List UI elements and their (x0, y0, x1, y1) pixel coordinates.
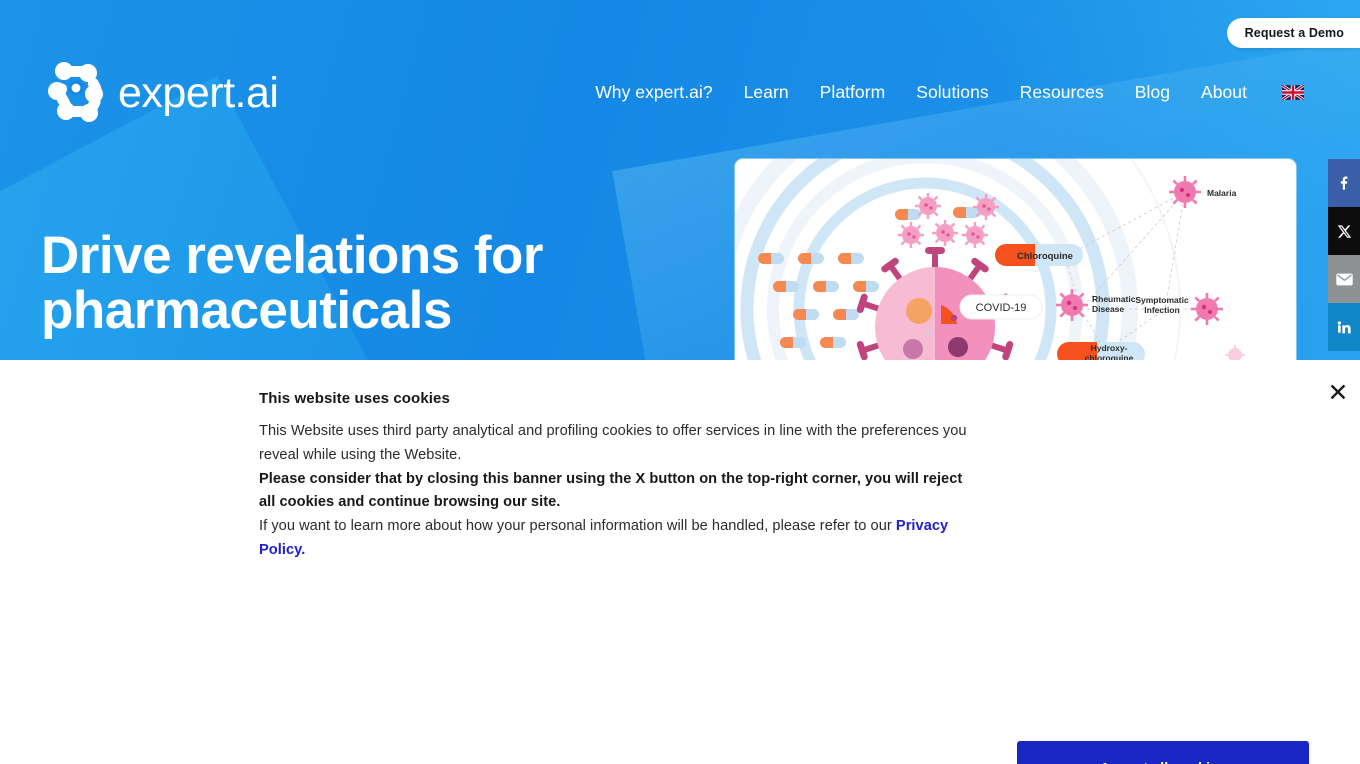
request-demo-button[interactable]: Request a Demo (1226, 18, 1360, 48)
social-share-rail (1328, 159, 1360, 351)
label-covid19: COVID-19 (959, 294, 1043, 320)
label-covid19-text: COVID-19 (976, 302, 1027, 314)
nav-item-solutions[interactable]: Solutions (916, 82, 988, 103)
label-symptomatic-line2: Infection (1144, 305, 1179, 315)
cookie-consent-banner: ✕ This website uses cookies This Website… (0, 360, 1360, 764)
accept-all-cookies-button[interactable]: Accept all cookies (1017, 741, 1309, 764)
logo-link[interactable]: expert.ai (48, 58, 279, 124)
label-chloroquine: Chloroquine (995, 244, 1083, 266)
nav-item-why-expert-ai[interactable]: Why expert.ai? (595, 82, 712, 103)
hero-illustration-card: COVID-19 Chloroquine Hydroxy- chloroquin… (735, 159, 1296, 364)
cookie-banner-body: This website uses cookies This Website u… (259, 390, 974, 563)
pharma-knowledge-graph-illustration: COVID-19 Chloroquine Hydroxy- chloroquin… (735, 159, 1296, 364)
facebook-icon[interactable] (1328, 159, 1360, 207)
cookie-banner-paragraph-1: This Website uses third party analytical… (259, 423, 967, 463)
label-malaria-text: Malaria (1207, 188, 1237, 198)
logo-wordmark: expert.ai (118, 68, 279, 117)
label-rheumatic-line2: Disease (1092, 304, 1124, 314)
cookie-banner-actions: Accept all cookies Accept selected cooki… (1017, 741, 1309, 764)
label-rheumatic-line1: Rheumatic (1092, 294, 1136, 304)
label-hydroxychloroquine-line1: Hydroxy- (1091, 343, 1128, 353)
nav-item-platform[interactable]: Platform (820, 82, 886, 103)
x-twitter-icon[interactable] (1328, 207, 1360, 255)
close-icon[interactable]: ✕ (1324, 378, 1352, 406)
nav-item-resources[interactable]: Resources (1020, 82, 1104, 103)
cookie-banner-paragraph-2: Please consider that by closing this ban… (259, 470, 963, 511)
cookie-banner-heading: This website uses cookies (259, 390, 450, 407)
main-navigation: Why expert.ai? Learn Platform Solutions … (595, 82, 1304, 103)
linkedin-icon[interactable] (1328, 303, 1360, 351)
label-symptomatic-line1: Symptomatic (1135, 295, 1189, 305)
site-header: expert.ai Why expert.ai? Learn Platform … (0, 0, 1360, 160)
uk-flag-icon[interactable] (1282, 85, 1304, 100)
expertai-logo-icon (48, 62, 103, 122)
email-icon[interactable] (1328, 255, 1360, 303)
hero-title: Drive revelations for pharmaceuticals (41, 226, 544, 341)
cookie-banner-paragraph-3-text: If you want to learn more about how your… (259, 518, 896, 535)
nav-item-learn[interactable]: Learn (744, 82, 789, 103)
nav-item-blog[interactable]: Blog (1135, 82, 1170, 103)
label-chloroquine-text: Chloroquine (1017, 251, 1073, 262)
nav-item-about[interactable]: About (1201, 82, 1247, 103)
cookie-banner-paragraph-3: If you want to learn more about how your… (259, 515, 974, 563)
